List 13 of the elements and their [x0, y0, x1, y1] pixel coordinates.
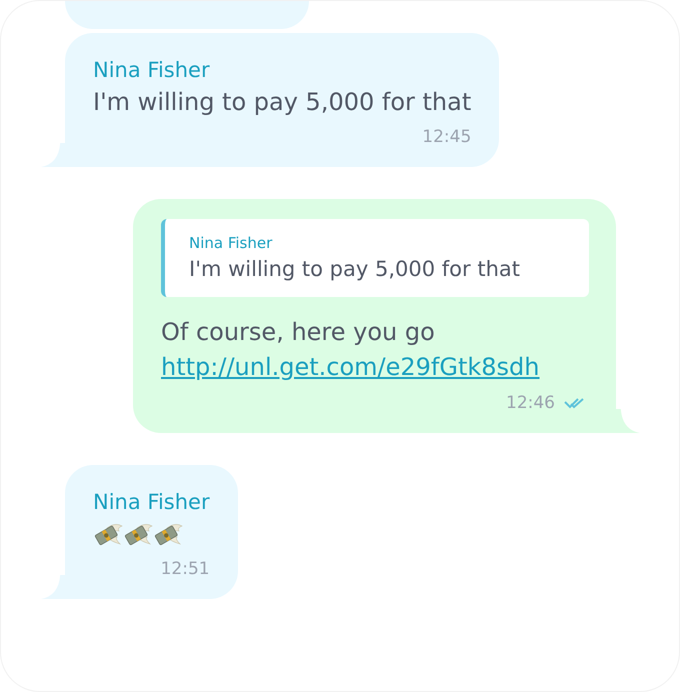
- quoted-message[interactable]: Nina Fisher I'm willing to pay 5,000 for that: [161, 219, 589, 297]
- quoted-sender: Nina Fisher: [189, 233, 274, 253]
- message-time: 12:46: [506, 392, 555, 415]
- quoted-text: I'm willing to pay 5,000 for that: [189, 256, 521, 283]
- message-text: Of course, here you go: [161, 317, 436, 348]
- money-with-wings-icon: [123, 522, 153, 546]
- money-with-wings-icon: [153, 522, 183, 546]
- message-time: 12:45: [422, 126, 472, 149]
- sender-name: Nina Fisher: [93, 489, 210, 516]
- sender-name: Nina Fisher: [93, 57, 211, 84]
- money-with-wings-icon: [93, 522, 123, 546]
- message-time: 12:51: [160, 558, 210, 581]
- message-text: I'm willing to pay 5,000 for that: [93, 87, 472, 118]
